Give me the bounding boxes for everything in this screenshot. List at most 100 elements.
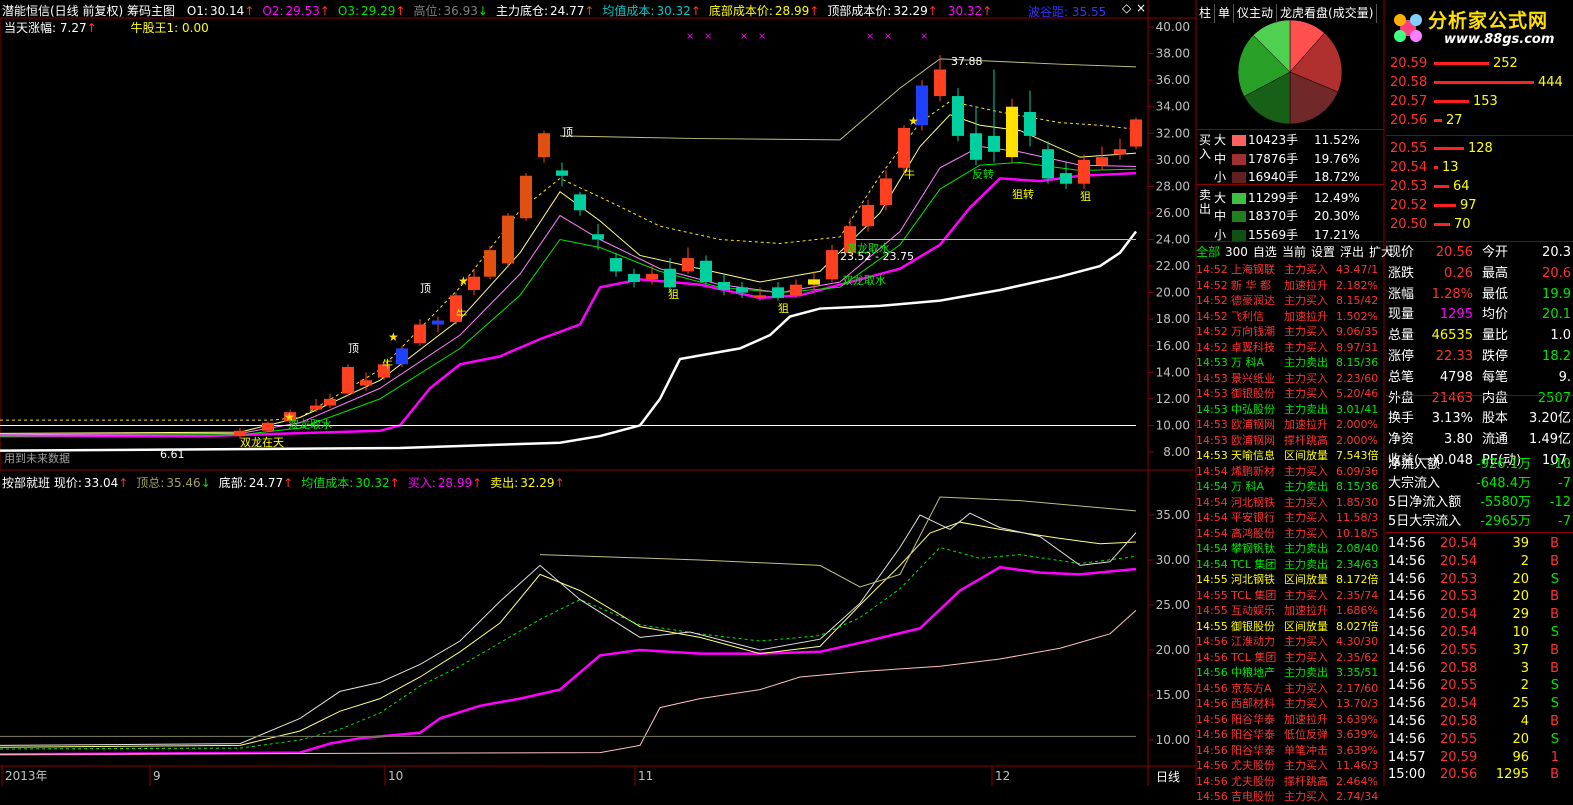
trade-row[interactable]: 14:56 阳谷华泰 低位反弹 3.639% <box>1196 727 1384 743</box>
flow-volume: 11299手 <box>1248 190 1299 205</box>
header-item-7: 顶部成本价: 32.29↑ <box>827 4 937 18</box>
quote-label: 最高 <box>1482 265 1509 281</box>
trade-row[interactable]: 14:56 吉电股份 主力买入 2.74/34 <box>1196 789 1384 805</box>
list-tab-0[interactable]: 全部 <box>1196 245 1220 259</box>
period-label[interactable]: 日线 <box>1156 768 1180 785</box>
trade-value: 2.35/62 <box>1336 650 1379 664</box>
niu-value: 0.00 <box>182 21 209 35</box>
trade-row[interactable]: 14:56 尤夫股份 主力买入 11.46/3 <box>1196 758 1384 774</box>
list-tab-2[interactable]: 自选 <box>1253 245 1277 259</box>
trade-value: 2.182% <box>1336 278 1378 292</box>
trade-type: 主力买入 <box>1284 294 1328 307</box>
trade-row[interactable]: 14:54 河北钢铁 主力买入 1.85/30 <box>1196 495 1384 511</box>
trade-stock: 景兴纸业 <box>1231 371 1275 385</box>
candlestick <box>520 173 532 221</box>
tick-volume: 29 <box>1512 607 1529 623</box>
trade-row[interactable]: 14:55 御银股份 区间放量 8.027倍 <box>1196 619 1384 635</box>
trade-row[interactable]: 14:53 欧浦钢网 撑杆跳高 2.000% <box>1196 433 1384 449</box>
trade-type: 单笔冲击 <box>1284 743 1328 757</box>
quote-label: 涨跌 <box>1388 265 1415 281</box>
trade-value: 3.35/51 <box>1336 666 1379 679</box>
up-arrow-icon: ↑ <box>927 4 938 18</box>
trade-row[interactable]: 14:54 TCL 集团 主力卖出 2.34/63 <box>1196 557 1384 573</box>
candlestick <box>262 421 274 433</box>
trade-row[interactable]: 14:56 TCL 集团 主力买入 2.35/62 <box>1196 650 1384 666</box>
future-data-note: 用到未来数据 <box>4 452 70 465</box>
trade-value: 2.000% <box>1336 433 1378 447</box>
tick-time: 14:56 <box>1388 714 1426 729</box>
candlestick <box>682 247 694 275</box>
trade-time: 14:53 <box>1196 418 1228 431</box>
trade-row[interactable]: 14:53 天喻信息 区间放量 7.543倍 <box>1196 448 1384 464</box>
trade-row[interactable]: 14:56 中粮地产 主力卖出 3.35/51 <box>1196 665 1384 681</box>
second-info-line: 当天涨幅: 7.27↑ 牛股王1: 0.00 <box>4 21 209 35</box>
trade-time: 14:53 <box>1196 371 1228 385</box>
ma-line <box>0 100 1137 421</box>
trade-row[interactable]: 14:55 互动娱乐 加速拉升 1.686% <box>1196 603 1384 619</box>
side-tab-0[interactable]: 柱 <box>1196 4 1216 23</box>
side-tab-2[interactable]: 仪主动 <box>1234 4 1278 23</box>
signal-label: 狙转 <box>1012 188 1034 201</box>
side-tab-3[interactable]: 龙虎看盘(成交量) <box>1277 4 1378 23</box>
trade-row[interactable]: 14:56 尤夫股份 撑杆跳高 2.464% <box>1196 774 1384 790</box>
trade-row[interactable]: 14:54 烯鹏新材 主力买入 6.09/36 <box>1196 464 1384 480</box>
trade-row[interactable]: 14:54 平安银行 主力买入 11.58/3 <box>1196 510 1384 526</box>
close-icon[interactable]: × <box>1136 1 1146 15</box>
trade-row[interactable]: 14:52 上海钢联 主力买入 43.47/1 <box>1196 262 1384 278</box>
trade-row[interactable]: 14:52 万向钱潮 主力买入 9.06/35 <box>1196 324 1384 340</box>
capital-flow-row: 净流入额 -926.1万 -10 <box>1386 455 1573 475</box>
trade-type: 主力卖出 <box>1284 480 1328 493</box>
list-tab-5[interactable]: 浮出 <box>1340 245 1364 259</box>
trade-row[interactable]: 14:56 西部材料 主力买入 13.70/3 <box>1196 696 1384 712</box>
ind-header-label: 买入: <box>407 476 436 490</box>
trade-type: 主力卖出 <box>1284 542 1328 555</box>
flow-pct: -12 <box>1549 495 1571 510</box>
trade-row[interactable]: 14:52 新 华 都加速拉升 2.182% <box>1196 278 1384 294</box>
price-axis-label: 16.00 <box>1156 339 1190 353</box>
trade-type: 主力卖出 <box>1284 666 1328 679</box>
tick-side: B <box>1550 714 1559 729</box>
side-tab-1[interactable]: 单 <box>1215 4 1235 23</box>
list-tab-3[interactable]: 当前 <box>1282 245 1306 259</box>
tick-time: 14:56 <box>1388 696 1426 712</box>
tick-row: 14:56 20.54 25 S <box>1386 695 1573 713</box>
tick-volume: 10 <box>1512 625 1529 640</box>
flow-pct: -7 <box>1558 476 1571 491</box>
trade-row[interactable]: 14:52 飞利信 加速拉升 1.502% <box>1196 309 1384 325</box>
trade-row[interactable]: 14:52 德豪润达 主力买入 8.15/42 <box>1196 293 1384 309</box>
trade-row[interactable]: 14:56 江淮动力 主力买入 4.30/30 <box>1196 634 1384 650</box>
ind-header-item-1: 顶总: 35.46↓ <box>136 476 210 490</box>
tick-price: 20.58 <box>1440 714 1478 729</box>
trade-row[interactable]: 14:53 中弘股份 主力卖出 3.01/41 <box>1196 402 1384 418</box>
order-volume-bar <box>1434 185 1449 188</box>
candlestick <box>826 244 838 282</box>
trade-time: 14:56 <box>1196 774 1228 788</box>
order-volume: 97 <box>1460 198 1477 213</box>
list-tab-1[interactable]: 300 <box>1225 245 1248 259</box>
trade-row[interactable]: 14:54 万 科A 主力卖出 8.15/36 <box>1196 479 1384 495</box>
trade-row[interactable]: 14:56 阳谷华泰 加速拉升 3.639% <box>1196 712 1384 728</box>
trade-row[interactable]: 14:53 欧浦钢网 加速拉升 2.000% <box>1196 417 1384 433</box>
list-tab-4[interactable]: 设置 <box>1311 245 1335 259</box>
trade-row[interactable]: 14:53 景兴纸业 主力买入 2.23/60 <box>1196 371 1384 387</box>
trade-row[interactable]: 14:54 高鸿股份 主力买入 10.18/5 <box>1196 526 1384 542</box>
trade-row[interactable]: 14:53 御银股份 主力买入 5.20/46 <box>1196 386 1384 402</box>
quote-value: 3.13% <box>1431 411 1473 427</box>
trade-row[interactable]: 14:56 京东方A 主力买入 2.17/60 <box>1196 681 1384 697</box>
trade-row[interactable]: 14:55 TCL 集团 主力买入 2.35/74 <box>1196 588 1384 604</box>
trade-row[interactable]: 14:54 攀钢钒钛 主力卖出 2.08/40 <box>1196 541 1384 557</box>
trade-row[interactable]: 14:52 卓翼科技 主力买入 8.97/31 <box>1196 340 1384 356</box>
ind-header-value: 24.77 <box>248 476 284 490</box>
trade-row[interactable]: 14:56 阳谷华泰 单笔冲击 3.639% <box>1196 743 1384 759</box>
trade-row[interactable]: 14:55 河北钢铁 区间放量 8.172倍 <box>1196 572 1384 588</box>
diamond-icon[interactable]: ◇ <box>1122 1 1131 15</box>
trade-value: 2.23/60 <box>1336 371 1379 385</box>
header-value: 36.93 <box>443 4 478 18</box>
tick-time: 14:57 <box>1388 749 1426 765</box>
trade-time: 14:52 <box>1196 278 1228 292</box>
trade-row[interactable]: 14:53 万 科A 主力卖出 8.15/36 <box>1196 355 1384 371</box>
cross-marker-icon: × <box>704 31 713 42</box>
trade-value: 3.639% <box>1336 728 1378 741</box>
header-label: 均值成本: <box>602 4 655 18</box>
order-volume: 128 <box>1468 141 1493 156</box>
